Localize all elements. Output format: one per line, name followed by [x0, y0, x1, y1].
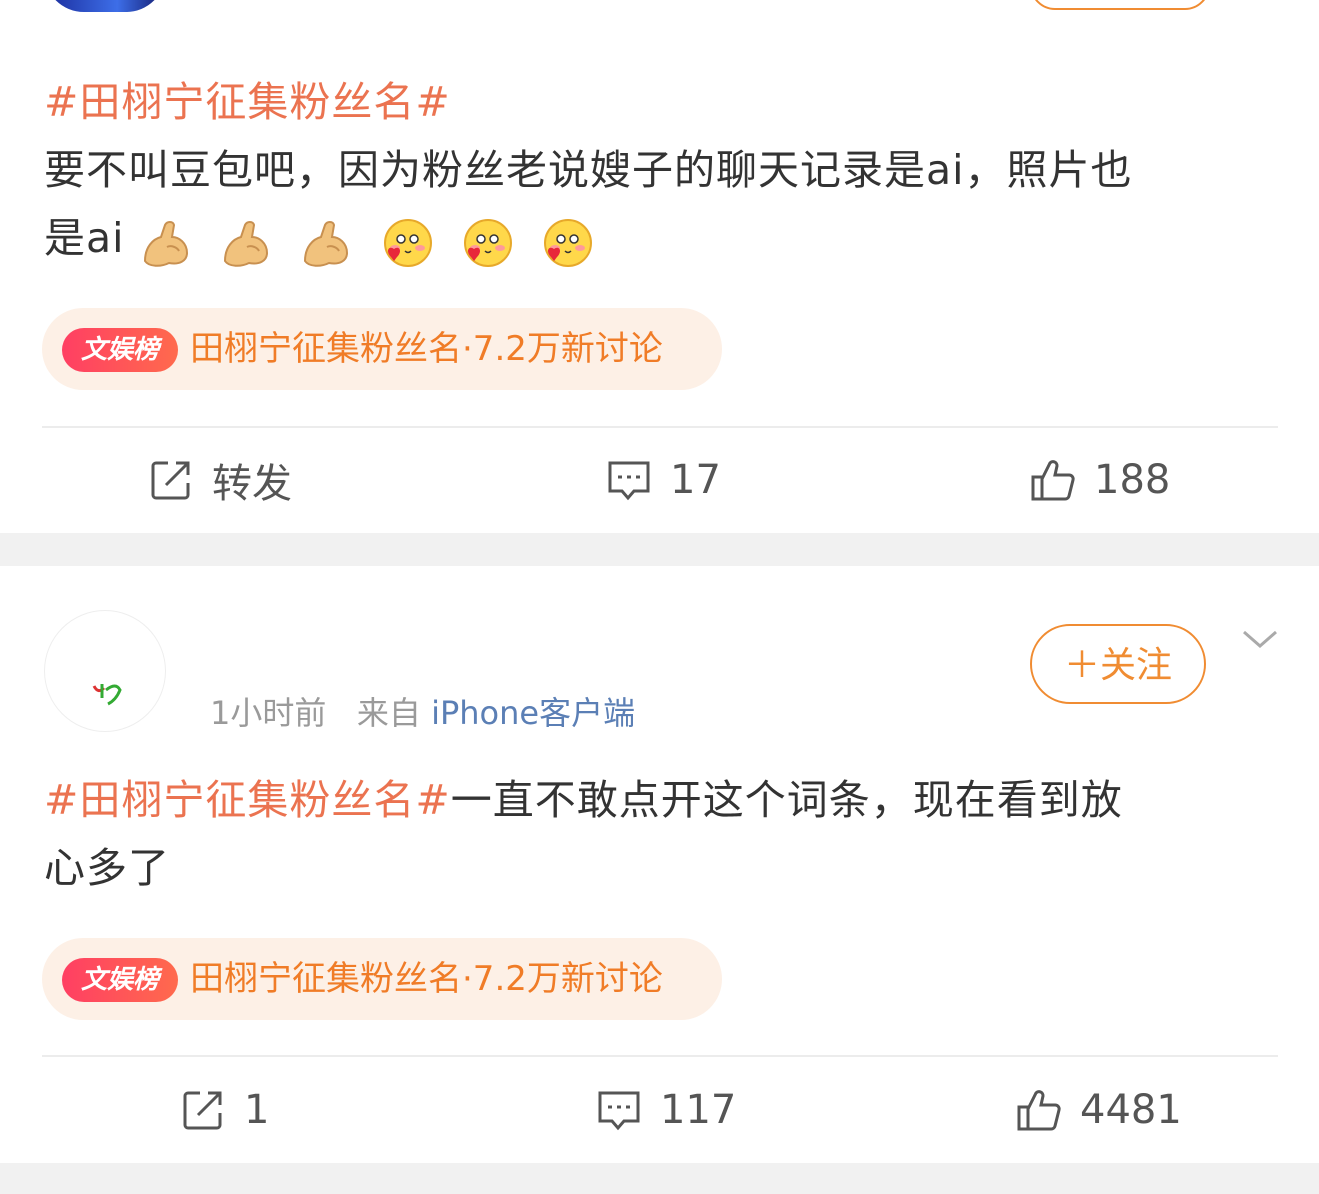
topic-badge: 文娱榜: [62, 958, 178, 1002]
thumbs-up-icon: [1016, 1087, 1062, 1133]
comment-icon: [596, 1087, 642, 1133]
like-button[interactable]: 188: [1030, 450, 1170, 510]
repost-icon: [148, 457, 194, 503]
repost-button[interactable]: 转发: [148, 450, 292, 510]
post-text-line: 一直不敢点开这个词条，现在看到放: [450, 776, 1123, 824]
chevron-down-icon[interactable]: [1240, 624, 1280, 654]
post-body: #田栩宁征集粉丝名#一直不敢点开这个词条，现在看到放 心多了: [44, 766, 1284, 902]
post-from: 来自: [356, 694, 421, 732]
post-text-line: 要不叫豆包吧，因为粉丝老说嫂子的聊天记录是ai，照片也: [44, 146, 1133, 194]
repost-count: 1: [244, 1087, 270, 1133]
post-time: 1小时前: [210, 694, 327, 732]
topic-text: 田栩宁征集粉丝名·7.2万新讨论: [190, 959, 663, 999]
topic-pill[interactable]: 文娱榜 田栩宁征集粉丝名·7.2万新讨论: [42, 938, 722, 1020]
thumbs-up-icon: [1030, 457, 1076, 503]
love-face-icon: [459, 217, 513, 271]
post-text-line: 心多了: [44, 844, 170, 892]
hashtag-link[interactable]: #田栩宁征集粉丝名#: [44, 78, 451, 126]
like-count: 4481: [1080, 1087, 1182, 1133]
repost-label: 转发: [212, 461, 292, 507]
hashtag-link[interactable]: #田栩宁征集粉丝名#: [44, 776, 451, 824]
flexed-biceps-icon: [219, 217, 273, 271]
topic-text: 田栩宁征集粉丝名·7.2万新讨论: [190, 329, 663, 369]
avatar[interactable]: [44, 610, 166, 732]
comment-button[interactable]: 17: [606, 450, 721, 510]
post-text-line: 是ai: [44, 214, 125, 262]
love-face-icon: [379, 217, 433, 271]
topic-pill[interactable]: 文娱榜 田栩宁征集粉丝名·7.2万新讨论: [42, 308, 722, 390]
post-meta: 1小时前 来自 iPhone客户端: [210, 688, 635, 734]
comment-count: 17: [670, 457, 721, 503]
post-source[interactable]: iPhone客户端: [431, 694, 635, 732]
comment-count: 117: [660, 1087, 737, 1133]
flexed-biceps-icon: [299, 217, 353, 271]
avatar[interactable]: [44, 0, 166, 12]
repost-icon: [180, 1087, 226, 1133]
like-button[interactable]: 4481: [1016, 1080, 1182, 1140]
love-face-icon: [539, 217, 593, 271]
post-card-1: #田栩宁征集粉丝名# 要不叫豆包吧，因为粉丝老说嫂子的聊天记录是ai，照片也 是…: [0, 0, 1319, 533]
emoji-row: [139, 207, 605, 275]
flexed-biceps-icon: [139, 217, 193, 271]
comment-button[interactable]: 117: [596, 1080, 736, 1140]
follow-button[interactable]: [1030, 0, 1210, 10]
divider: [42, 1055, 1278, 1057]
comment-icon: [606, 457, 652, 503]
topic-badge: 文娱榜: [62, 328, 178, 372]
like-count: 188: [1094, 457, 1171, 503]
post-body: #田栩宁征集粉丝名# 要不叫豆包吧，因为粉丝老说嫂子的聊天记录是ai，照片也 是…: [44, 68, 1284, 275]
follow-button[interactable]: ＋关注: [1030, 624, 1206, 704]
repost-button[interactable]: 1: [180, 1080, 269, 1140]
divider: [42, 426, 1278, 428]
post-card-2: 1小时前 来自 iPhone客户端 ＋关注 #田栩宁征集粉丝名#一直不敢点开这个…: [0, 566, 1319, 1163]
